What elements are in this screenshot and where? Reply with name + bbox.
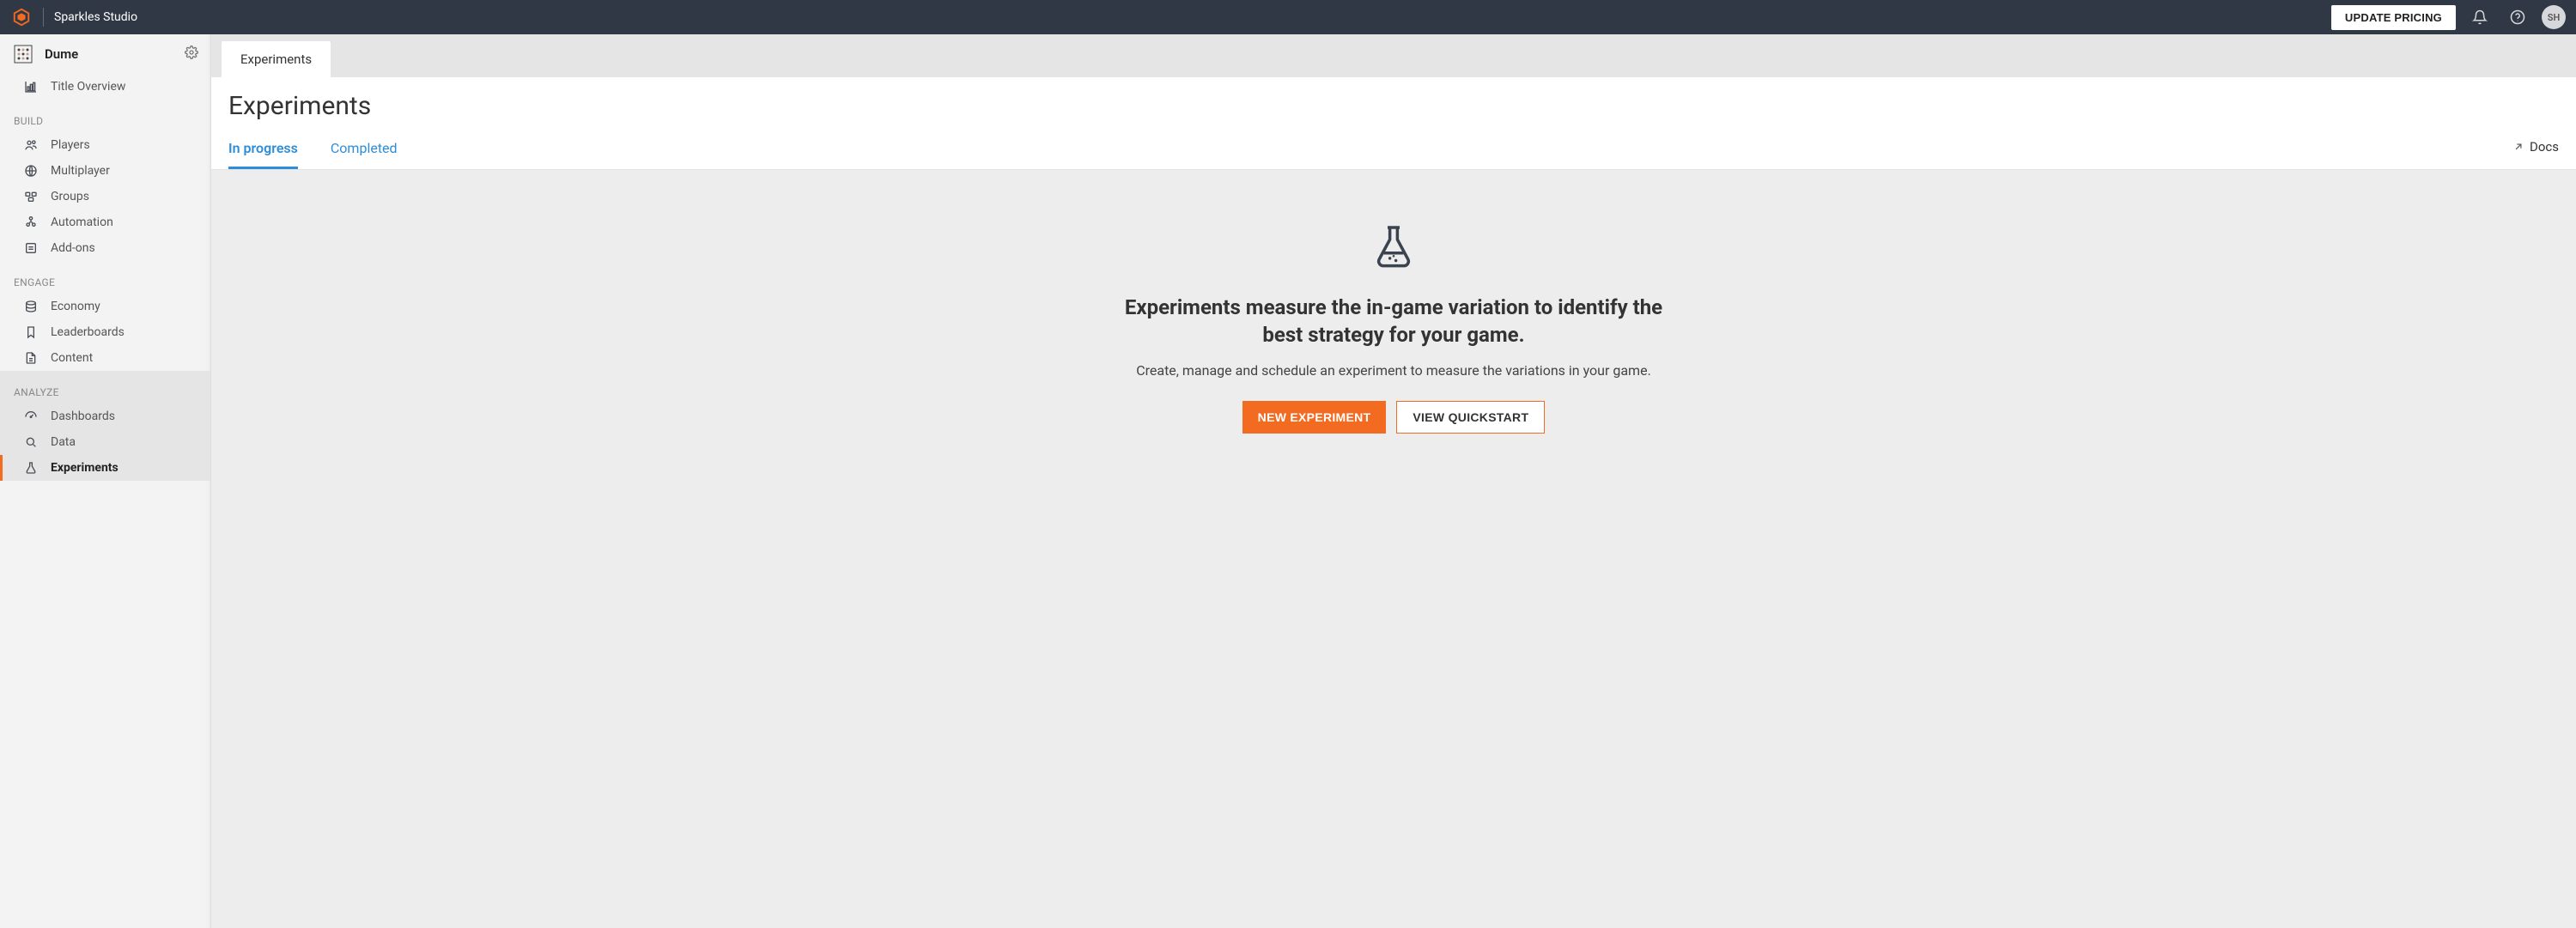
studio-name[interactable]: Sparkles Studio bbox=[54, 10, 137, 24]
sidebar-item-data[interactable]: Data bbox=[0, 429, 210, 455]
flask-illustration-icon bbox=[1119, 221, 1668, 273]
docs-link[interactable]: Docs bbox=[2512, 139, 2559, 163]
new-experiment-button[interactable]: NEW EXPERIMENT bbox=[1242, 401, 1387, 434]
top-bar: Sparkles Studio UPDATE PRICING SH bbox=[0, 0, 2576, 34]
automation-icon bbox=[23, 215, 39, 230]
page-header: Experiments In progress Completed Docs bbox=[211, 77, 2576, 170]
content-body: Experiments measure the in-game variatio… bbox=[211, 170, 2576, 928]
sidebar-item-label: Data bbox=[51, 435, 76, 449]
empty-body: Create, manage and schedule an experimen… bbox=[1119, 361, 1668, 380]
addons-icon bbox=[23, 240, 39, 256]
help-icon[interactable] bbox=[2504, 3, 2531, 31]
sidebar-item-label: Content bbox=[51, 351, 93, 365]
sidebar-section-build: BUILD bbox=[0, 100, 210, 132]
subtab-completed[interactable]: Completed bbox=[331, 133, 398, 169]
bar-chart-icon bbox=[23, 79, 39, 94]
dashboard-icon bbox=[23, 409, 39, 424]
sidebar-item-content[interactable]: Content bbox=[0, 345, 210, 371]
sidebar-item-title-overview[interactable]: Title Overview bbox=[0, 74, 210, 100]
players-icon bbox=[23, 137, 39, 153]
document-icon bbox=[23, 350, 39, 366]
title-name: Dume bbox=[45, 46, 174, 62]
main-tabbar: Experiments bbox=[211, 34, 2576, 77]
external-link-icon bbox=[2512, 141, 2524, 153]
view-quickstart-button[interactable]: VIEW QUICKSTART bbox=[1396, 401, 1545, 434]
user-avatar[interactable]: SH bbox=[2542, 5, 2566, 29]
sidebar-item-label: Groups bbox=[51, 190, 89, 203]
sidebar-item-label: Add-ons bbox=[51, 241, 95, 255]
vertical-divider bbox=[43, 8, 44, 27]
flask-icon bbox=[23, 460, 39, 476]
empty-state: Experiments measure the in-game variatio… bbox=[1119, 221, 1668, 928]
sidebar-item-economy[interactable]: Economy bbox=[0, 294, 210, 319]
sidebar-item-label: Experiments bbox=[51, 461, 118, 475]
economy-icon bbox=[23, 299, 39, 314]
main-area: Experiments Experiments In progress Comp… bbox=[211, 34, 2576, 928]
sidebar-section-analyze: ANALYZE bbox=[0, 371, 210, 403]
globe-icon bbox=[23, 163, 39, 179]
sidebar-item-addons[interactable]: Add-ons bbox=[0, 235, 210, 261]
sidebar-item-automation[interactable]: Automation bbox=[0, 209, 210, 235]
product-logo[interactable] bbox=[10, 6, 33, 28]
sidebar-item-players[interactable]: Players bbox=[0, 132, 210, 158]
page-title: Experiments bbox=[228, 91, 2559, 121]
sidebar-item-dashboards[interactable]: Dashboards bbox=[0, 403, 210, 429]
sidebar-item-label: Multiplayer bbox=[51, 164, 110, 178]
sidebar-item-label: Leaderboards bbox=[51, 325, 125, 339]
update-pricing-button[interactable]: UPDATE PRICING bbox=[2331, 5, 2456, 30]
sidebar-item-label: Title Overview bbox=[51, 80, 125, 94]
title-icon bbox=[12, 43, 34, 65]
sidebar-item-label: Automation bbox=[51, 215, 113, 229]
title-selector[interactable]: Dume bbox=[0, 34, 210, 74]
groups-icon bbox=[23, 189, 39, 204]
sidebar-item-experiments[interactable]: Experiments bbox=[0, 455, 210, 481]
sidebar: Dume Title Overview BUILD Players Multip… bbox=[0, 34, 211, 928]
sidebar-item-groups[interactable]: Groups bbox=[0, 184, 210, 209]
docs-label: Docs bbox=[2530, 139, 2559, 155]
sidebar-item-label: Economy bbox=[51, 300, 100, 313]
sidebar-section-engage: ENGAGE bbox=[0, 261, 210, 294]
sidebar-item-label: Dashboards bbox=[51, 409, 115, 423]
sidebar-item-multiplayer[interactable]: Multiplayer bbox=[0, 158, 210, 184]
title-settings-icon[interactable] bbox=[185, 45, 198, 63]
data-icon bbox=[23, 434, 39, 450]
empty-heading: Experiments measure the in-game variatio… bbox=[1119, 294, 1668, 349]
tab-experiments[interactable]: Experiments bbox=[222, 41, 331, 77]
notifications-icon[interactable] bbox=[2466, 3, 2494, 31]
sidebar-item-label: Players bbox=[51, 138, 90, 152]
sidebar-item-leaderboards[interactable]: Leaderboards bbox=[0, 319, 210, 345]
bookmark-icon bbox=[23, 324, 39, 340]
subtab-in-progress[interactable]: In progress bbox=[228, 133, 298, 169]
